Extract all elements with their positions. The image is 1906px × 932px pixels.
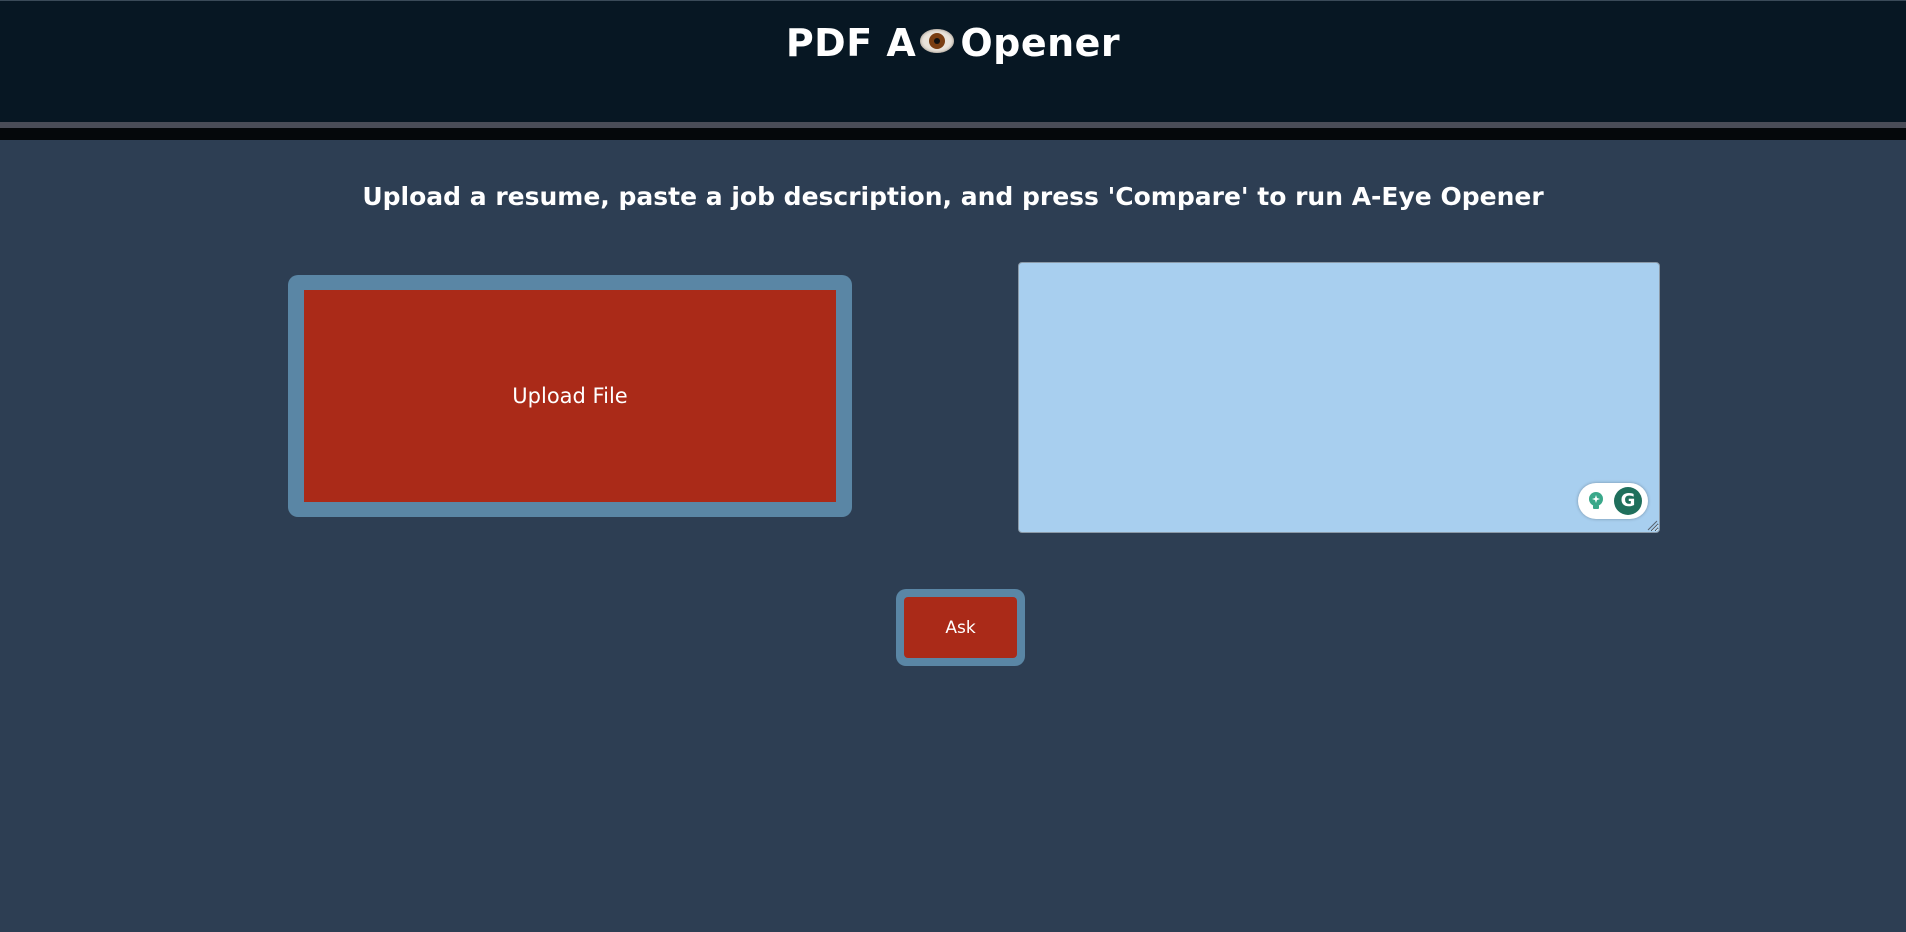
title-text-start: PDF A (785, 21, 917, 65)
grammarly-widget[interactable]: G (1578, 483, 1648, 519)
ask-button[interactable]: Ask (904, 597, 1017, 658)
grammarly-g-icon[interactable]: G (1614, 487, 1642, 515)
app-header: PDF A Opener (0, 0, 1906, 122)
eye-icon (920, 28, 955, 53)
ask-frame: Ask (896, 589, 1025, 666)
page-title: PDF A Opener (0, 21, 1906, 65)
upload-file-button[interactable]: Upload File (304, 290, 836, 502)
upload-frame: Upload File (288, 275, 852, 517)
instructions-text: Upload a resume, paste a job description… (362, 182, 1544, 211)
header-divider-dark (0, 128, 1906, 140)
lightbulb-icon[interactable] (1586, 491, 1606, 511)
job-description-textarea[interactable] (1018, 262, 1660, 533)
title-text-end: Opener (960, 21, 1121, 65)
resize-handle-icon[interactable] (1647, 520, 1658, 531)
